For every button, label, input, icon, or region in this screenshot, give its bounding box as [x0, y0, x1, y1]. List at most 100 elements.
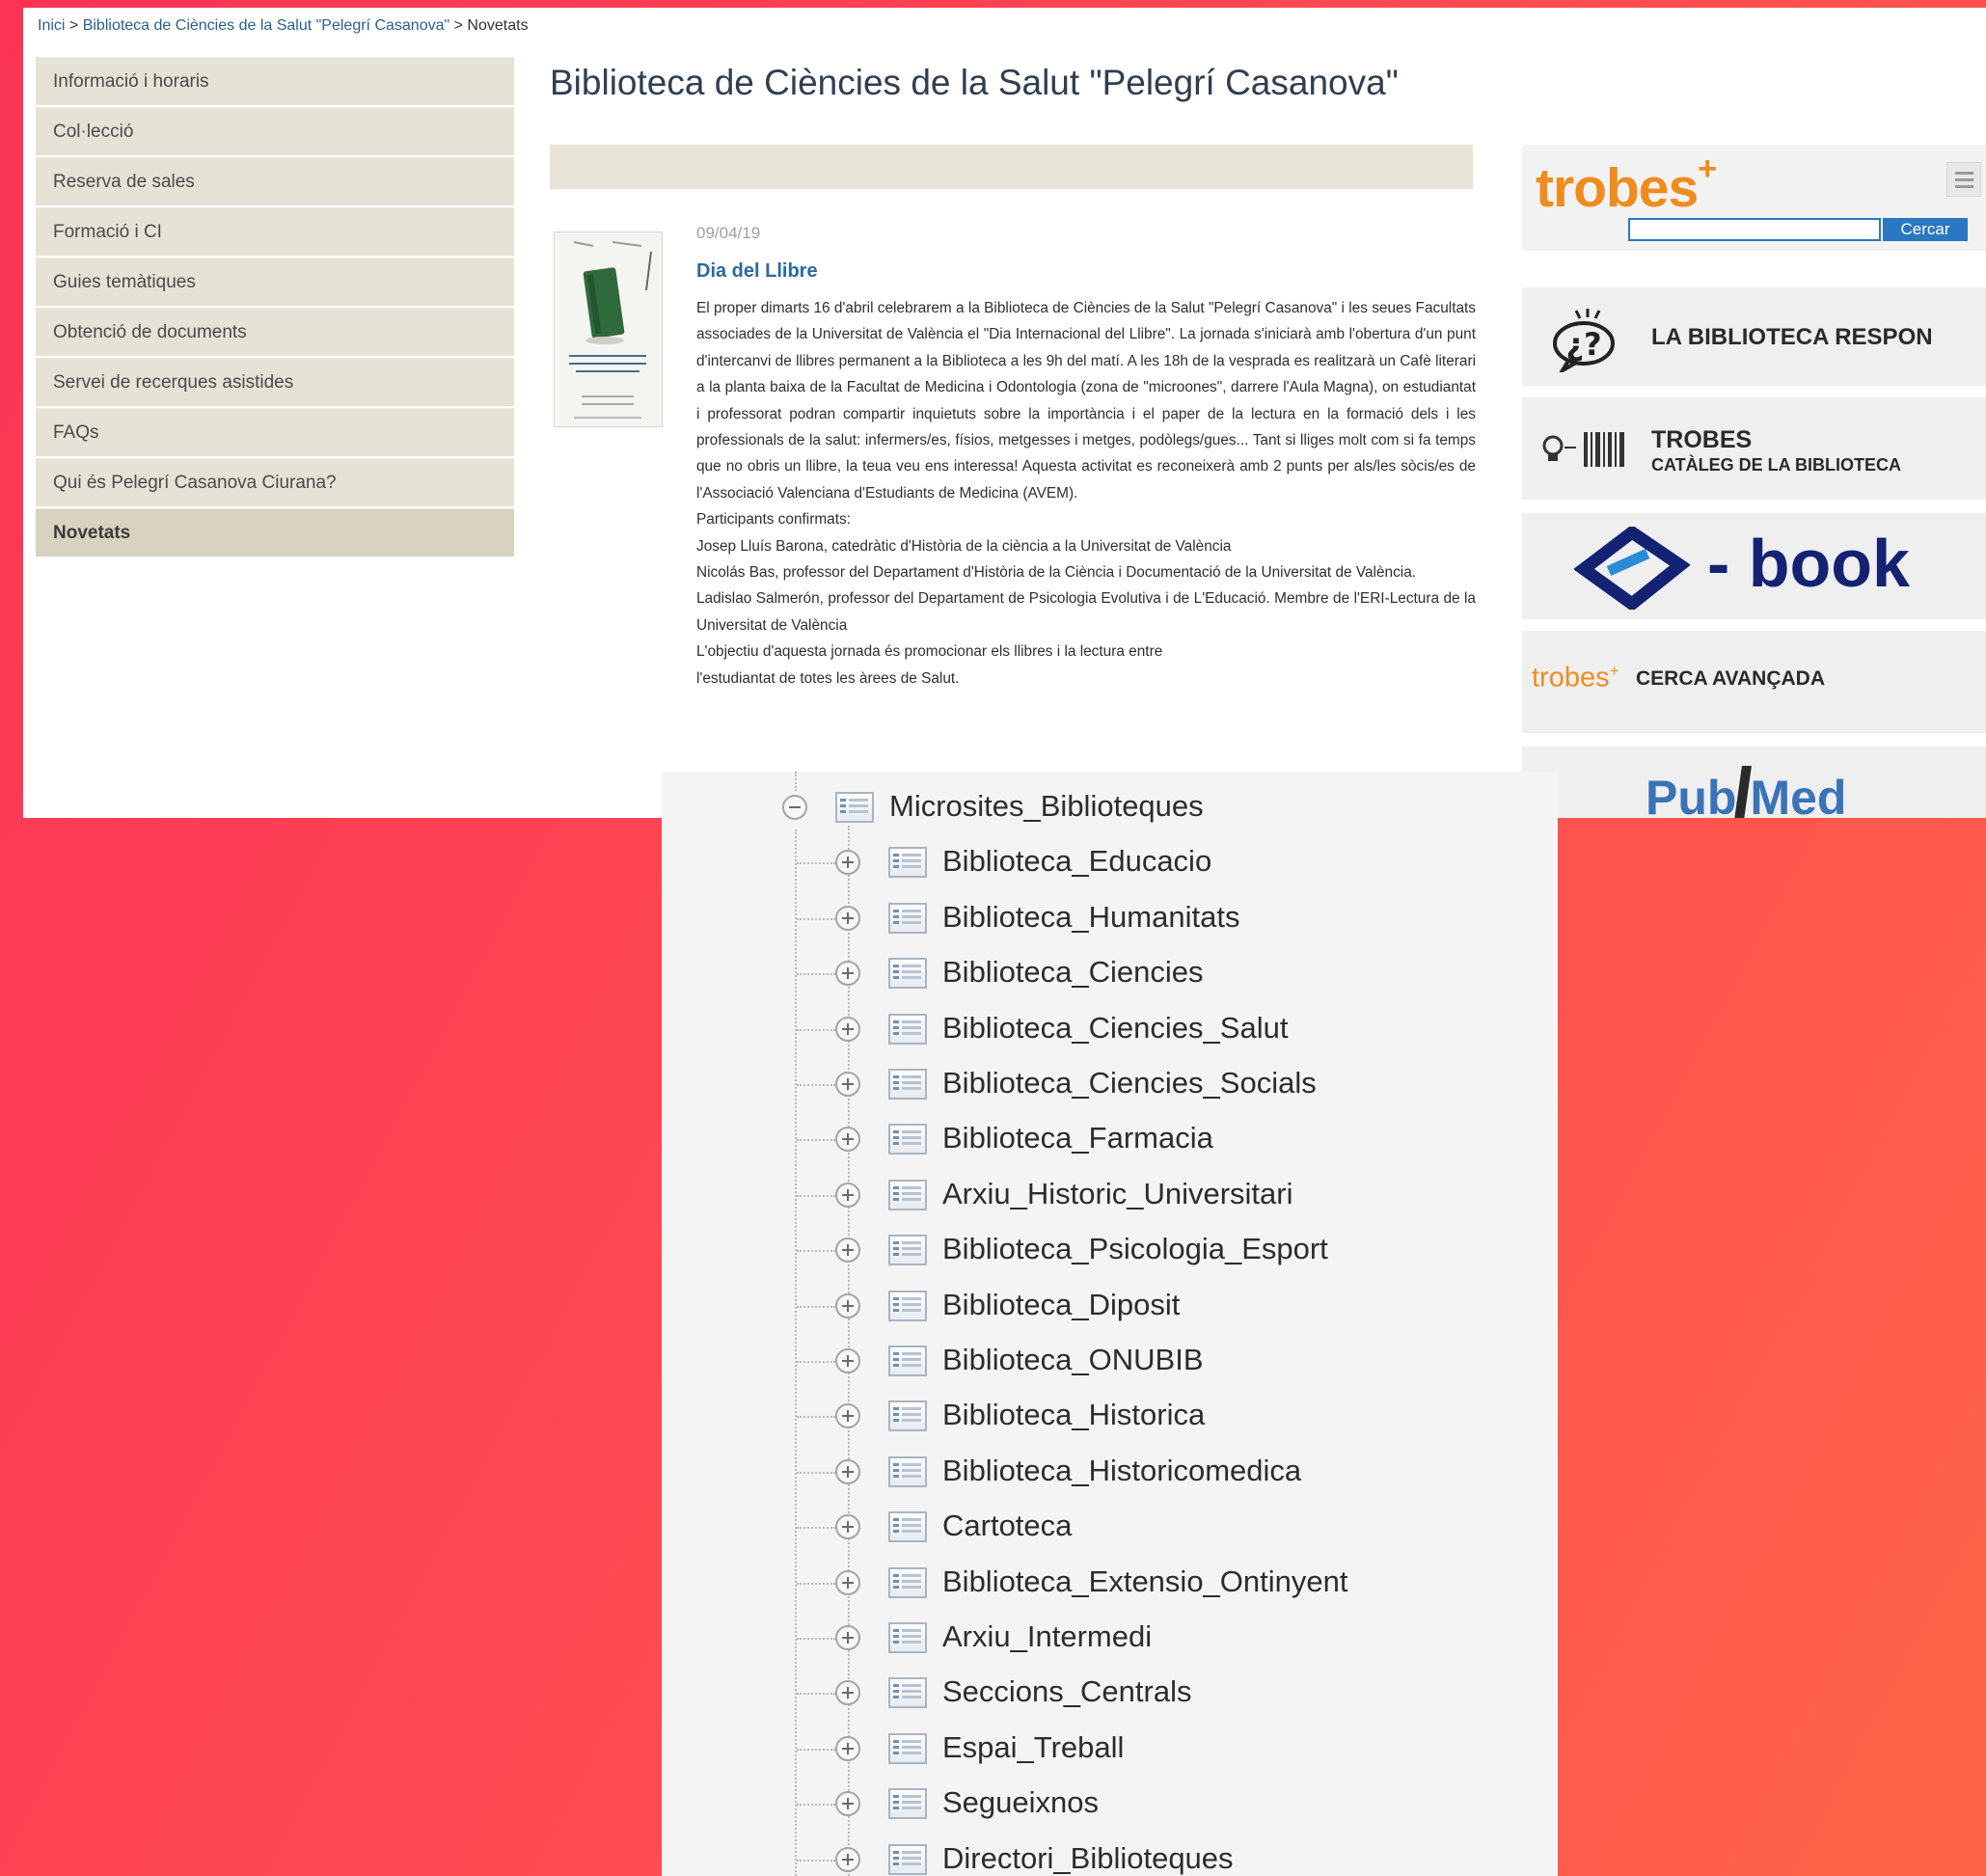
barcode-bulb-icon [1542, 432, 1624, 467]
tree-node-label[interactable]: Cartoteca [942, 1509, 1072, 1543]
tree-connector [797, 1305, 835, 1308]
sidebar-item-obtencio[interactable]: Obtenció de documents [36, 308, 514, 356]
tree-node-label[interactable]: Seccions_Centrals [942, 1674, 1191, 1709]
breadcrumb-library-link[interactable]: Biblioteca de Ciències de la Salut "Pele… [83, 17, 449, 34]
news-paragraph: Nicolás Bas, professor del Departament d… [696, 564, 1417, 582]
library-webpage: Inici > Biblioteca de Ciències de la Sal… [23, 8, 1986, 818]
tree-node-label[interactable]: Biblioteca_Ciencies [942, 955, 1204, 990]
news-paragraph: Josep Lluís Barona, catedràtic d'Històri… [696, 537, 1232, 555]
trobes-search-button[interactable]: Cercar [1883, 218, 1968, 241]
expand-icon[interactable] [835, 1846, 860, 1872]
site-node-icon [888, 1622, 927, 1653]
site-node-icon [888, 1235, 927, 1266]
tree-node-label[interactable]: Biblioteca_Ciencies_Socials [942, 1066, 1317, 1101]
sidebar-item-novetats[interactable]: Novetats [36, 508, 514, 557]
trobes-cataleg-subtitle: CATÀLEG DE LA BIBLIOTECA [1651, 455, 1901, 475]
tree-node-label[interactable]: Arxiu_Historic_Universitari [942, 1177, 1292, 1211]
pubmed-link[interactable]: Pub Med [1522, 747, 1986, 818]
tree-node-label[interactable]: Espai_Treball [942, 1730, 1124, 1765]
tree-node-label[interactable]: Segueixnos [942, 1785, 1099, 1820]
expand-icon[interactable] [835, 1680, 860, 1706]
expand-icon[interactable] [835, 1072, 860, 1097]
expand-icon[interactable] [835, 1403, 860, 1429]
cerca-avancada-label: CERCA AVANÇADA [1636, 667, 1825, 690]
tree-node-label[interactable]: Biblioteca_Farmacia [942, 1121, 1213, 1156]
site-node-icon [835, 792, 874, 823]
expand-icon[interactable] [835, 1514, 860, 1540]
tree-connector [797, 1084, 835, 1086]
breadcrumb-home-link[interactable]: Inici [38, 17, 65, 34]
tree-connector [797, 1028, 835, 1031]
trobes-search-input[interactable] [1628, 218, 1881, 241]
sidebar-item-informacio[interactable]: Informació i horaris [36, 57, 514, 105]
breadcrumb-separator: > [453, 17, 463, 34]
trobes-cataleg-title: TROBES [1651, 426, 1753, 453]
tree-connector [797, 973, 835, 976]
site-node-icon [888, 1069, 927, 1100]
expand-icon[interactable] [835, 1348, 860, 1373]
sidebar-item-reserva-sales[interactable]: Reserva de sales [36, 157, 514, 205]
sidebar-item-guies[interactable]: Guies temàtiques [36, 258, 514, 306]
site-node-icon [888, 1179, 927, 1210]
news-thumbnail[interactable] [554, 231, 663, 427]
expand-icon[interactable] [835, 1127, 860, 1153]
expand-icon[interactable] [835, 961, 860, 987]
sidebar-item-formacio[interactable]: Formació i CI [36, 207, 514, 256]
tree-connector [795, 772, 797, 791]
site-node-icon [888, 1455, 927, 1487]
site-node-icon [888, 1346, 927, 1376]
biblioteca-respon-link[interactable]: ¿? LA BIBLIOTECA RESPON [1522, 287, 1986, 386]
sidebar-item-recerques[interactable]: Servei de recerques asistides [36, 358, 514, 406]
sidebar-item-faqs[interactable]: FAQs [36, 408, 514, 456]
biblioteca-respon-label: LA BIBLIOTECA RESPON [1651, 324, 1933, 350]
sidebar-item-colleccio[interactable]: Col·lecció [36, 107, 514, 155]
news-title-link[interactable]: Dia del Llibre [696, 260, 818, 283]
site-node-icon [888, 1732, 927, 1764]
tree-node-label[interactable]: Biblioteca_Diposit [942, 1288, 1180, 1322]
site-node-icon [888, 1013, 927, 1045]
cerca-avancada-link[interactable]: trobes+ CERCA AVANÇADA [1522, 631, 1986, 733]
expand-icon[interactable] [835, 1735, 860, 1761]
tree-node-label[interactable]: Biblioteca_Ciencies_Salut [942, 1011, 1288, 1046]
site-node-icon [888, 1400, 927, 1432]
news-date: 09/04/19 [696, 224, 761, 242]
site-tree-panel: Microsites_Biblioteques Biblioteca_Educac… [662, 772, 1558, 1876]
tree-node-label[interactable]: Biblioteca_Historicomedica [942, 1454, 1301, 1488]
ebook-link[interactable]: - book [1522, 513, 1986, 619]
expand-icon[interactable] [835, 1016, 860, 1042]
tree-node-label[interactable]: Biblioteca_Historica [942, 1398, 1205, 1432]
trobes-cataleg-link[interactable]: TROBES CATÀLEG DE LA BIBLIOTECA [1522, 397, 1986, 500]
tree-node-label[interactable]: Biblioteca_Humanitats [942, 900, 1239, 935]
breadcrumb: Inici > Biblioteca de Ciències de la Sal… [38, 17, 529, 35]
expand-icon[interactable] [835, 1458, 860, 1484]
tree-connector [797, 1638, 835, 1640]
tree-node-label[interactable]: Biblioteca_Psicologia_Esport [942, 1232, 1328, 1266]
tree-node-label[interactable]: Biblioteca_ONUBIB [942, 1343, 1204, 1377]
tree-node-label[interactable]: Microsites_Biblioteques [889, 789, 1204, 824]
sidebar-nav: Informació i horaris Col·lecció Reserva … [36, 57, 514, 558]
hamburger-menu-icon[interactable] [1946, 162, 1981, 197]
sidebar-item-qui-es[interactable]: Qui és Pelegrí Casanova Ciurana? [36, 458, 514, 506]
site-node-icon [888, 1511, 927, 1543]
expand-icon[interactable] [835, 1237, 860, 1264]
tree-node-label[interactable]: Directori_Biblioteques [942, 1841, 1234, 1876]
expand-icon[interactable] [835, 1292, 860, 1319]
tree-connector [797, 1693, 835, 1696]
trobes-search-widget: trobes+ Cercar [1522, 145, 1986, 251]
tree-connector [797, 1471, 835, 1474]
expand-icon[interactable] [835, 1569, 860, 1595]
breadcrumb-separator: > [68, 17, 79, 34]
pubmed-logo: Pub Med [1646, 766, 1846, 818]
collapse-icon[interactable] [782, 795, 807, 820]
news-paragraph: L'objectiu d'aquesta jornada és promocio… [696, 643, 1163, 661]
expand-icon[interactable] [835, 1182, 860, 1208]
expand-icon[interactable] [835, 905, 860, 931]
expand-icon[interactable] [835, 850, 860, 876]
banner-bar [550, 145, 1473, 189]
expand-icon[interactable] [835, 1625, 860, 1650]
tree-node-label[interactable]: Arxiu_Intermedi [942, 1619, 1152, 1654]
expand-icon[interactable] [835, 1791, 860, 1817]
tree-node-label[interactable]: Biblioteca_Educacio [942, 844, 1211, 879]
site-node-icon [888, 1677, 927, 1709]
tree-node-label[interactable]: Biblioteca_Extensio_Ontinyent [942, 1564, 1347, 1599]
